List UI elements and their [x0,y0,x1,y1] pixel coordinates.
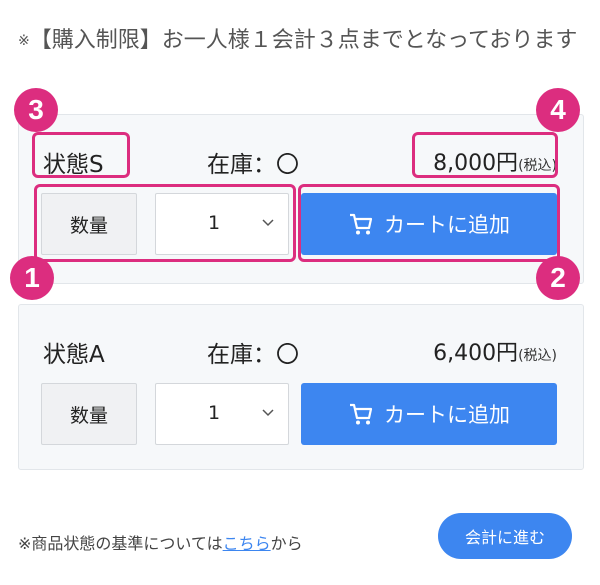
checkout-button[interactable]: 会計に進む [438,513,572,559]
callout-badge-3: 3 [14,88,58,132]
note-suffix: から [270,534,303,553]
chevron-down-icon [262,219,274,227]
callout-badge-2: 2 [536,256,580,300]
note-prefix: ※商品状態の基準については [18,534,223,553]
quantity-label: 数量 [41,383,137,445]
callout-badge-4: 4 [536,88,580,132]
add-to-cart-button[interactable]: カートに追加 [301,193,557,255]
condition-label: 状態A [43,342,105,368]
price: 6,400円(税込) [433,335,557,367]
add-to-cart-label: カートに追加 [384,213,510,237]
notice-mark: ※ [18,33,30,49]
condition-label: 状態S [43,152,104,178]
tax-note: (税込) [518,348,557,364]
price-value: 6,400円 [433,341,519,366]
product-card-condition-a: 状態A 在庫：〇 6,400円(税込) 数量 1 カートに追加 [18,304,584,470]
product-card-condition-s: 状態S 在庫：〇 8,000円(税込) 数量 1 カートに追加 [18,114,584,284]
quantity-select[interactable]: 1 [155,193,289,255]
quantity-select[interactable]: 1 [155,383,289,445]
quantity-value: 1 [208,402,221,424]
stock-status: 在庫：〇 [207,152,299,178]
add-to-cart-label: カートに追加 [384,403,510,427]
stock-status: 在庫：〇 [207,342,299,368]
price: 8,000円(税込) [433,145,557,177]
notice-text: 【購入制限】お一人様１会計３点までとなっております [29,28,578,53]
cart-icon [350,403,373,425]
quantity-value: 1 [208,212,221,234]
price-value: 8,000円 [433,151,519,176]
quantity-label: 数量 [41,193,137,255]
purchase-limit-notice: ※【購入制限】お一人様１会計３点までとなっております [18,24,588,58]
tax-note: (税込) [518,158,557,174]
cart-icon [350,213,373,235]
callout-badge-1: 1 [10,256,54,300]
chevron-down-icon [262,409,274,417]
condition-standard-note: ※商品状態の基準についてはこちらから [18,530,303,554]
condition-standard-link[interactable]: こちら [223,534,271,553]
add-to-cart-button[interactable]: カートに追加 [301,383,557,445]
